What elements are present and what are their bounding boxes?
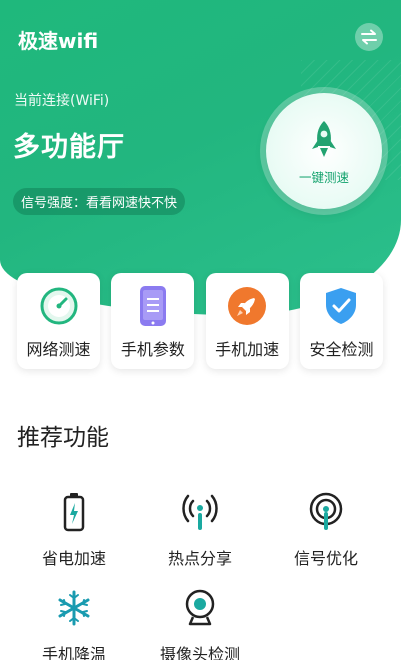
rocket-boost-icon	[227, 286, 267, 326]
snowflake-icon	[56, 588, 92, 628]
tool-label: 安全检测	[309, 340, 374, 359]
speed-test-label: 一键测速	[298, 169, 349, 185]
phone-specs-icon	[133, 286, 173, 326]
tool-phone-boost[interactable]: 手机加速	[205, 273, 289, 369]
tool-label: 网络测速	[26, 340, 91, 359]
feature-label: 信号优化	[293, 549, 358, 568]
feature-label: 手机降温	[41, 645, 106, 660]
feature-phone-cooling[interactable]: 手机降温	[19, 588, 129, 660]
swap-arrows-icon	[361, 29, 377, 45]
tool-label: 手机参数	[120, 340, 185, 359]
tools-row: 网络测速 手机参数 手机加速 安全检测	[17, 273, 383, 369]
feature-label: 省电加速	[41, 549, 106, 568]
switch-button[interactable]	[355, 23, 383, 51]
feature-battery-boost[interactable]: 省电加速	[19, 492, 129, 569]
speed-dial-icon	[39, 286, 79, 326]
hotspot-icon	[182, 492, 218, 532]
feature-hotspot-share[interactable]: 热点分享	[145, 492, 255, 569]
feature-label: 热点分享	[167, 549, 232, 568]
battery-bolt-icon	[56, 492, 92, 532]
app-title: 极速wifi	[18, 29, 99, 53]
signal-strength-text: 信号强度：看看网速快不快	[21, 196, 178, 211]
tool-label: 手机加速	[215, 340, 280, 359]
shield-check-icon	[321, 286, 361, 326]
speed-test-button[interactable]: 一键测速	[266, 93, 382, 209]
network-name: 多功能厅	[13, 132, 125, 163]
feature-signal-optimize[interactable]: 信号优化	[271, 492, 381, 569]
signal-icon	[308, 492, 344, 532]
camera-icon	[182, 588, 218, 628]
connection-label: 当前连接(WiFi)	[14, 93, 110, 109]
recommended-title: 推荐功能	[17, 425, 109, 451]
tool-phone-specs[interactable]: 手机参数	[111, 273, 195, 369]
tool-security-check[interactable]: 安全检测	[299, 273, 383, 369]
rocket-icon	[312, 120, 336, 157]
feature-label: 摄像头检测	[159, 645, 240, 660]
signal-strength-pill[interactable]: 信号强度：看看网速快不快	[13, 188, 186, 215]
tool-network-speed[interactable]: 网络测速	[17, 273, 100, 369]
feature-camera-detect[interactable]: 摄像头检测	[145, 588, 255, 660]
